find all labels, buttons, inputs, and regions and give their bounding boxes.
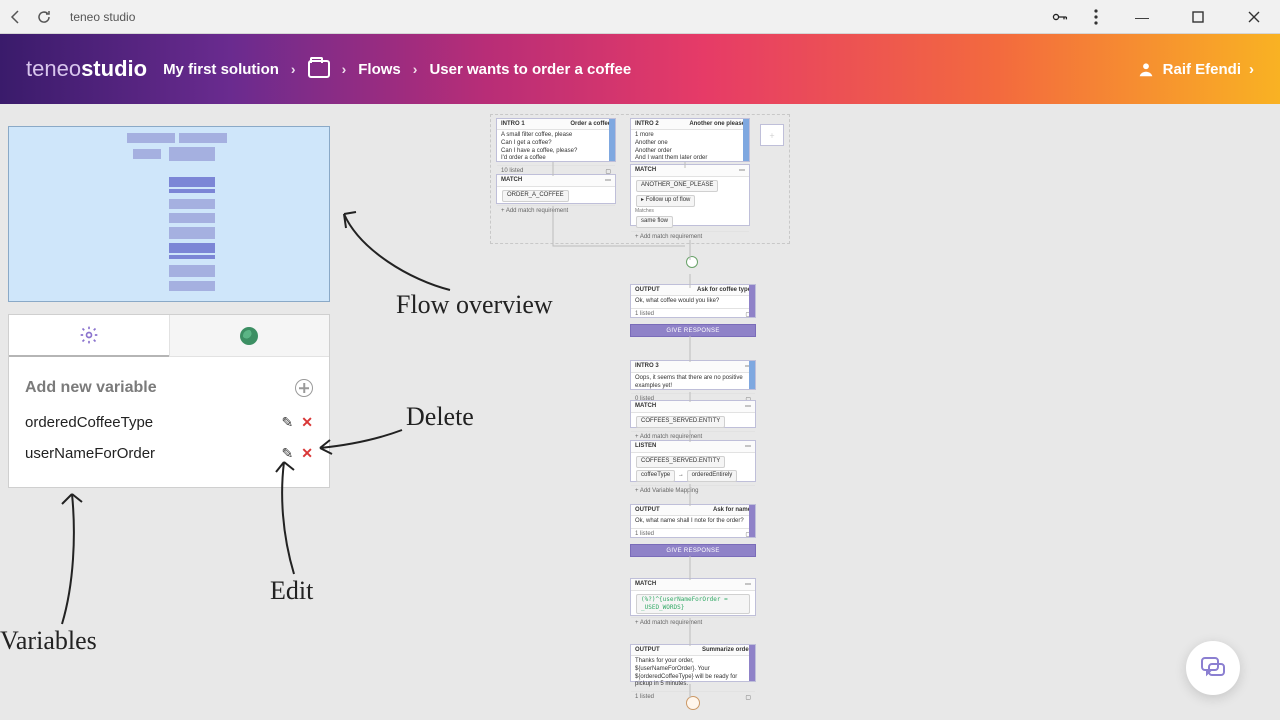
edit-icon[interactable]: ✎ — [282, 414, 294, 431]
node-add-placeholder[interactable]: ＋ — [760, 124, 784, 146]
node-match3[interactable]: MATCH⋯ COFFEES_SERVED.ENTITY + Add match… — [630, 400, 756, 428]
crumb-solution[interactable]: My first solution — [163, 61, 279, 78]
breadcrumb: My first solution › › Flows › User wants… — [163, 60, 631, 78]
chat-fab[interactable] — [1186, 641, 1240, 695]
node-intro1[interactable]: INTRO 1Order a coffee A small filter cof… — [496, 118, 616, 162]
variable-name: orderedCoffeeType — [25, 414, 153, 431]
key-icon[interactable] — [1052, 9, 1068, 25]
connector-node[interactable] — [686, 256, 698, 268]
give-response-bar[interactable]: GIVE RESPONSE — [630, 324, 756, 337]
variable-row[interactable]: userNameForOrder ✎ ✕ — [25, 438, 313, 469]
brand: teneostudio — [26, 56, 147, 82]
minimize-button[interactable]: — — [1124, 3, 1160, 31]
panel-title: Add new variable — [25, 379, 157, 397]
globe-icon — [240, 327, 258, 345]
node-intro2[interactable]: INTRO 2Another one please 1 more Another… — [630, 118, 750, 162]
add-variable-button[interactable] — [295, 379, 313, 397]
arrow-variables — [54, 484, 94, 634]
annotation-variables: Variables — [0, 626, 97, 656]
user-icon — [1137, 60, 1155, 78]
chevron-right-icon: › — [1249, 61, 1254, 78]
give-response-bar[interactable]: GIVE RESPONSE — [630, 544, 756, 557]
delete-icon[interactable]: ✕ — [301, 445, 313, 462]
refresh-icon[interactable] — [36, 9, 52, 25]
browser-chrome: teneo studio — — [0, 0, 1280, 34]
crumb-flows[interactable]: Flows — [358, 61, 401, 78]
delete-icon[interactable]: ✕ — [301, 414, 313, 431]
node-listen[interactable]: LISTEN⋯ COFFEES_SERVED.ENTITY coffeeType… — [630, 440, 756, 482]
close-button[interactable] — [1236, 3, 1272, 31]
node-output3[interactable]: OUTPUTSummarize order Thanks for your or… — [630, 644, 756, 682]
back-icon[interactable] — [8, 9, 24, 25]
kebab-icon[interactable] — [1088, 9, 1104, 25]
chevron-right-icon: › — [413, 61, 418, 77]
gear-icon — [79, 325, 99, 345]
flow-minimap[interactable] — [8, 126, 330, 302]
maximize-button[interactable] — [1180, 3, 1216, 31]
annotation-edit: Edit — [270, 576, 313, 606]
edit-icon[interactable]: ✎ — [282, 445, 294, 462]
tab-globe[interactable] — [169, 315, 330, 357]
flow-canvas[interactable]: INTRO 1Order a coffee A small filter cof… — [360, 110, 1260, 720]
crumb-current[interactable]: User wants to order a coffee — [429, 61, 631, 78]
variable-name: userNameForOrder — [25, 445, 155, 462]
node-match4[interactable]: MATCH⋯ (%?)^{userNameForOrder = _USED_WO… — [630, 578, 756, 616]
node-intro3[interactable]: INTRO 3⋯ Oops, it seems that there are n… — [630, 360, 756, 390]
node-match2[interactable]: MATCH⋯ ANOTHER_ONE_PLEASE ▸ Follow up of… — [630, 164, 750, 226]
side-panel: Add new variable orderedCoffeeType ✎ ✕ u… — [8, 314, 330, 488]
folder-icon[interactable] — [308, 60, 330, 78]
user-name: Raif Efendi — [1163, 61, 1241, 78]
node-output1[interactable]: OUTPUTAsk for coffee type Ok, what coffe… — [630, 284, 756, 318]
page-title: teneo studio — [70, 10, 135, 24]
node-output2[interactable]: OUTPUTAsk for name Ok, what name shall I… — [630, 504, 756, 538]
variable-row[interactable]: orderedCoffeeType ✎ ✕ — [25, 407, 313, 438]
chevron-right-icon: › — [342, 61, 347, 77]
chevron-right-icon: › — [291, 61, 296, 77]
chat-icon — [1200, 656, 1226, 680]
app-header: teneostudio My first solution › › Flows … — [0, 34, 1280, 104]
end-node[interactable] — [686, 696, 700, 710]
tab-settings[interactable] — [9, 315, 169, 357]
user-menu[interactable]: Raif Efendi › — [1137, 60, 1254, 78]
node-match1[interactable]: MATCH⋯ ORDER_A_COFFEE + Add match requir… — [496, 174, 616, 204]
